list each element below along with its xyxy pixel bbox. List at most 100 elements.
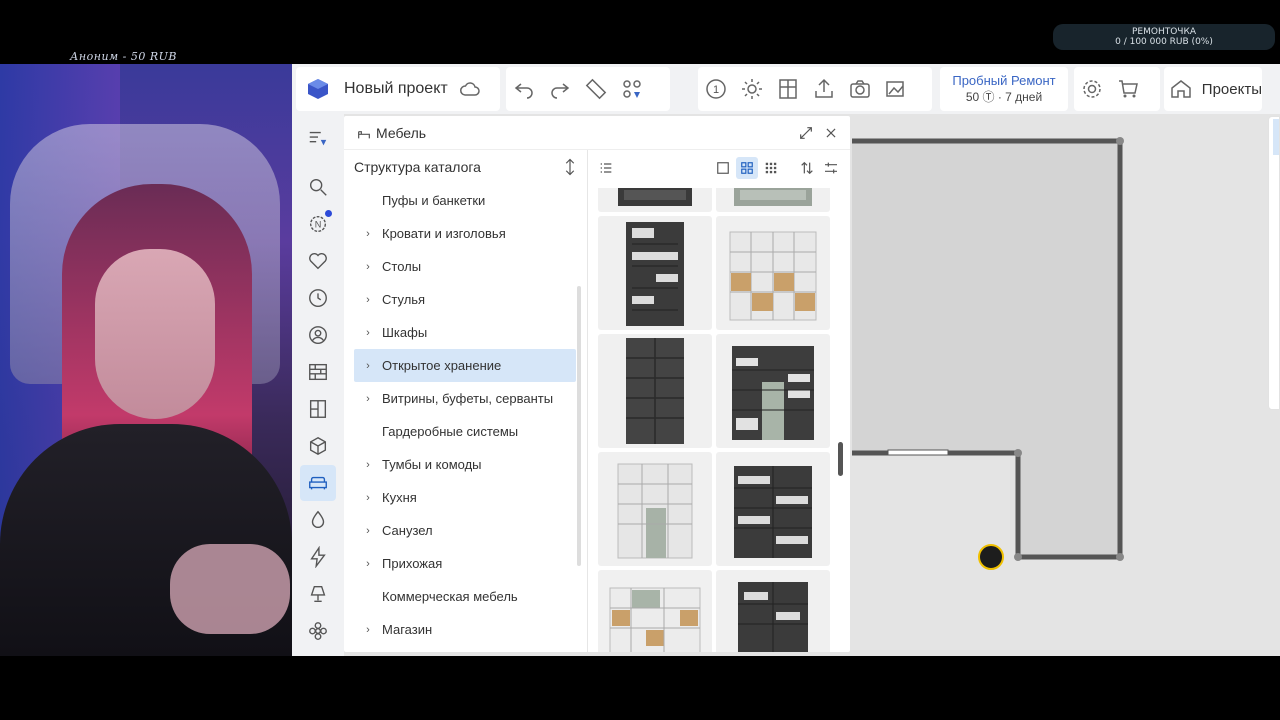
category-item[interactable]: Коммерческая мебель bbox=[354, 580, 576, 613]
chevron-right-icon: › bbox=[366, 491, 370, 504]
floor-plan-canvas[interactable] bbox=[849, 114, 1280, 656]
product-card[interactable] bbox=[716, 216, 830, 330]
chevron-right-icon: › bbox=[366, 326, 370, 339]
expand-icon[interactable] bbox=[798, 125, 814, 141]
category-item[interactable]: › Открытое хранение bbox=[354, 349, 576, 382]
sort-icon[interactable] bbox=[796, 157, 818, 179]
tree-title: Структура каталога bbox=[354, 159, 481, 175]
grid-scrollbar[interactable] bbox=[838, 442, 843, 476]
product-card[interactable] bbox=[716, 570, 830, 652]
donation-alert: Аноним - 50 RUB bbox=[70, 50, 177, 63]
wall-icon[interactable] bbox=[300, 354, 336, 390]
small-grid-icon[interactable] bbox=[760, 157, 782, 179]
medium-grid-icon[interactable] bbox=[736, 157, 758, 179]
floorplan-icon[interactable] bbox=[770, 71, 806, 107]
category-item[interactable]: › Стулья bbox=[354, 283, 576, 316]
projects-button[interactable]: Проекты bbox=[1164, 67, 1262, 111]
screen: Аноним - 50 RUB РЕМОНТОЧКА 0 / 100 000 R… bbox=[0, 0, 1280, 720]
flower-icon[interactable] bbox=[300, 613, 336, 649]
user-icon[interactable] bbox=[300, 317, 336, 353]
category-item[interactable]: › Санузел bbox=[354, 514, 576, 547]
settings-box bbox=[1074, 67, 1160, 111]
furniture-icon bbox=[358, 130, 370, 138]
product-grid-pane bbox=[590, 150, 850, 652]
lightning-icon[interactable] bbox=[300, 539, 336, 575]
redo-icon[interactable] bbox=[542, 71, 578, 107]
styles-diamond-icon[interactable] bbox=[614, 71, 650, 107]
filter-icon[interactable] bbox=[820, 157, 842, 179]
category-item[interactable]: Пуфы и банкетки bbox=[354, 184, 576, 217]
category-label: Санузел bbox=[382, 523, 433, 538]
help-button[interactable] bbox=[978, 544, 1004, 570]
product-card[interactable] bbox=[598, 334, 712, 448]
chevron-right-icon: › bbox=[366, 458, 370, 471]
ruler-icon[interactable] bbox=[578, 71, 614, 107]
tool-rail: N bbox=[292, 114, 344, 656]
category-item[interactable]: › Тумбы и комоды bbox=[354, 448, 576, 481]
top-toolbar: Новый проект 1 Пробный Ремонт 50 Ⓣ · 7 д… bbox=[292, 64, 1280, 114]
product-card[interactable] bbox=[598, 570, 712, 652]
sun-icon[interactable] bbox=[734, 71, 770, 107]
product-card[interactable] bbox=[598, 216, 712, 330]
product-card[interactable] bbox=[716, 334, 830, 448]
search-icon[interactable] bbox=[300, 169, 336, 205]
door-window-icon[interactable] bbox=[300, 391, 336, 427]
window bbox=[887, 449, 949, 456]
product-cards bbox=[598, 188, 838, 652]
app-logo-icon[interactable] bbox=[300, 71, 336, 107]
project-name[interactable]: Новый проект bbox=[344, 80, 448, 98]
goal-progress: 0 / 100 000 RUB (0%) bbox=[1115, 37, 1213, 47]
level-selector[interactable]: 1 bbox=[698, 71, 734, 107]
category-item[interactable]: › Столы bbox=[354, 250, 576, 283]
category-label: Тумбы и комоды bbox=[382, 457, 482, 472]
category-label: Стулья bbox=[382, 292, 426, 307]
category-item[interactable]: › Прихожая bbox=[354, 547, 576, 580]
cloud-icon[interactable] bbox=[452, 71, 488, 107]
category-item[interactable]: › Кровати и изголовья bbox=[354, 217, 576, 250]
new-items-icon[interactable]: N bbox=[300, 206, 336, 242]
list-view-icon[interactable] bbox=[598, 160, 614, 176]
grid-toolbar bbox=[590, 150, 850, 186]
view-box: 1 bbox=[698, 67, 932, 111]
close-icon[interactable] bbox=[824, 126, 838, 140]
product-card[interactable] bbox=[598, 188, 712, 212]
lamp-icon[interactable] bbox=[300, 576, 336, 612]
planner-app: Новый проект 1 Пробный Ремонт 50 Ⓣ · 7 д… bbox=[292, 64, 1280, 656]
clock-icon[interactable] bbox=[300, 280, 336, 316]
sofa-icon[interactable] bbox=[300, 465, 336, 501]
category-item[interactable]: › Кухня bbox=[354, 481, 576, 514]
large-grid-icon[interactable] bbox=[712, 157, 734, 179]
category-item[interactable]: Гардеробные системы bbox=[354, 415, 576, 448]
catalog-menu-icon[interactable] bbox=[300, 120, 336, 156]
category-item[interactable]: › Витрины, буфеты, серванты bbox=[354, 382, 576, 415]
chevron-right-icon: › bbox=[366, 293, 370, 306]
product-card[interactable] bbox=[716, 452, 830, 566]
export-icon[interactable] bbox=[806, 71, 842, 107]
drop-icon[interactable] bbox=[300, 502, 336, 538]
goal-title: РЕМОНТОЧКА bbox=[1131, 27, 1197, 37]
chevron-right-icon: › bbox=[366, 359, 370, 372]
chevron-right-icon: › bbox=[366, 227, 370, 240]
panel-title: Мебель bbox=[376, 124, 427, 141]
category-label: Гардеробные системы bbox=[382, 424, 519, 439]
cube-icon[interactable] bbox=[300, 428, 336, 464]
category-label: Шкафы bbox=[382, 325, 428, 340]
gallery-icon[interactable] bbox=[878, 71, 914, 107]
category-item[interactable]: › Шкафы bbox=[354, 316, 576, 349]
category-label: Коммерческая мебель bbox=[382, 589, 518, 604]
heart-icon[interactable] bbox=[300, 243, 336, 279]
side-panel-edge[interactable] bbox=[1268, 116, 1280, 410]
undo-icon[interactable] bbox=[506, 71, 542, 107]
cart-icon[interactable] bbox=[1110, 71, 1146, 107]
tree-scrollbar[interactable] bbox=[577, 286, 581, 566]
camera-icon[interactable] bbox=[842, 71, 878, 107]
room-floor bbox=[852, 141, 1120, 557]
trial-badge[interactable]: Пробный Ремонт 50 Ⓣ · 7 дней bbox=[940, 67, 1068, 111]
gear-icon[interactable] bbox=[1074, 71, 1110, 107]
category-item[interactable]: › Магазин bbox=[354, 613, 576, 646]
product-card[interactable] bbox=[716, 188, 830, 212]
category-label: Пуфы и банкетки bbox=[382, 193, 486, 208]
expand-collapse-icon[interactable] bbox=[563, 158, 577, 176]
edit-box bbox=[506, 67, 670, 111]
product-card[interactable] bbox=[598, 452, 712, 566]
